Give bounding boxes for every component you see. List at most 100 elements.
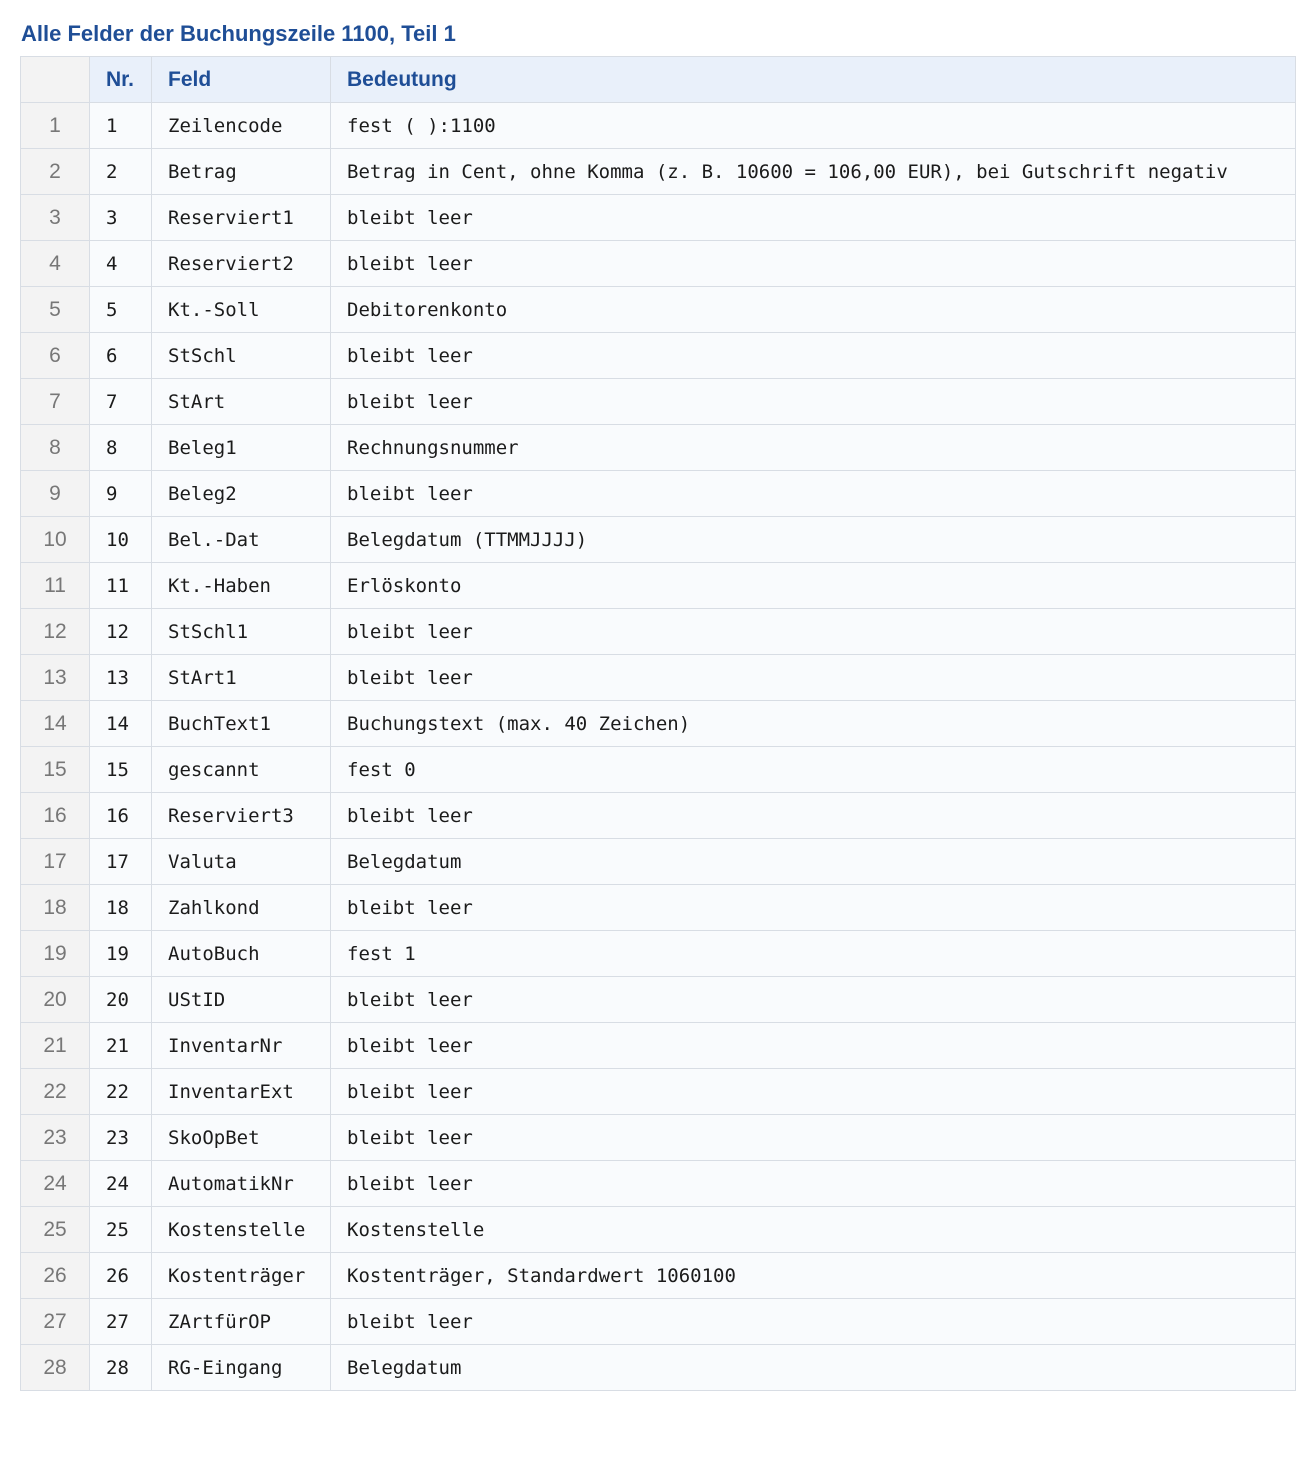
- bedeutung-cell: Debitorenkonto: [330, 286, 1296, 333]
- nr-cell: 14: [89, 700, 152, 747]
- nr-cell: 24: [89, 1160, 152, 1207]
- bedeutung-cell: Kostenstelle: [330, 1206, 1296, 1253]
- column-header-feld[interactable]: Feld: [151, 56, 331, 103]
- table-row[interactable]: 16 16 Reserviert3 bleibt leer: [20, 792, 1296, 839]
- table-row[interactable]: 17 17 Valuta Belegdatum: [20, 838, 1296, 885]
- feld-cell: Kt.-Haben: [151, 562, 331, 609]
- nr-cell: 23: [89, 1114, 152, 1161]
- table-row[interactable]: 2 2 Betrag Betrag in Cent, ohne Komma (z. B…: [20, 148, 1296, 195]
- row-index-cell: 24: [20, 1160, 90, 1207]
- fields-table: Nr. Feld Bedeutung 1 1 Zeilencode fest ( ):…: [20, 56, 1296, 1391]
- row-index-cell: 25: [20, 1206, 90, 1253]
- table-row[interactable]: 14 14 BuchText1 Buchungstext (max. 40 Zeich…: [20, 700, 1296, 747]
- feld-cell: StSchl: [151, 332, 331, 379]
- bedeutung-cell: bleibt leer: [330, 792, 1296, 839]
- nr-cell: 4: [89, 240, 152, 287]
- nr-cell: 2: [89, 148, 152, 195]
- nr-cell: 12: [89, 608, 152, 655]
- feld-cell: Kt.-Soll: [151, 286, 331, 333]
- bedeutung-cell: fest 1: [330, 930, 1296, 977]
- nr-cell: 1: [89, 102, 152, 149]
- row-index-cell: 18: [20, 884, 90, 931]
- row-index-cell: 15: [20, 746, 90, 793]
- nr-cell: 13: [89, 654, 152, 701]
- nr-cell: 25: [89, 1206, 152, 1253]
- feld-cell: AutomatikNr: [151, 1160, 331, 1207]
- bedeutung-cell: bleibt leer: [330, 608, 1296, 655]
- table-row[interactable]: 22 22 InventarExt bleibt leer: [20, 1068, 1296, 1115]
- table-row[interactable]: 28 28 RG-Eingang Belegdatum: [20, 1344, 1296, 1391]
- bedeutung-cell: Buchungstext (max. 40 Zeichen): [330, 700, 1296, 747]
- table-row[interactable]: 9 9 Beleg2 bleibt leer: [20, 470, 1296, 517]
- bedeutung-cell: bleibt leer: [330, 378, 1296, 425]
- feld-cell: ZArtfürOP: [151, 1298, 331, 1345]
- feld-cell: Beleg2: [151, 470, 331, 517]
- bedeutung-cell: bleibt leer: [330, 470, 1296, 517]
- table-row[interactable]: 10 10 Bel.-Dat Belegdatum (TTMMJJJJ): [20, 516, 1296, 563]
- table-row[interactable]: 5 5 Kt.-Soll Debitorenkonto: [20, 286, 1296, 333]
- bedeutung-cell: bleibt leer: [330, 1298, 1296, 1345]
- feld-cell: Valuta: [151, 838, 331, 885]
- row-index-cell: 20: [20, 976, 90, 1023]
- table-row[interactable]: 12 12 StSchl1 bleibt leer: [20, 608, 1296, 655]
- feld-cell: Reserviert3: [151, 792, 331, 839]
- row-index-header: [20, 56, 90, 103]
- feld-cell: StArt: [151, 378, 331, 425]
- bedeutung-cell: bleibt leer: [330, 1114, 1296, 1161]
- bedeutung-cell: bleibt leer: [330, 654, 1296, 701]
- table-header-row: Nr. Feld Bedeutung: [20, 56, 1296, 103]
- feld-cell: Reserviert2: [151, 240, 331, 287]
- nr-cell: 11: [89, 562, 152, 609]
- table-row[interactable]: 8 8 Beleg1 Rechnungsnummer: [20, 424, 1296, 471]
- column-header-bedeutung[interactable]: Bedeutung: [330, 56, 1296, 103]
- row-index-cell: 7: [20, 378, 90, 425]
- table-row[interactable]: 13 13 StArt1 bleibt leer: [20, 654, 1296, 701]
- bedeutung-cell: bleibt leer: [330, 976, 1296, 1023]
- bedeutung-cell: Belegdatum (TTMMJJJJ): [330, 516, 1296, 563]
- feld-cell: InventarNr: [151, 1022, 331, 1069]
- nr-cell: 8: [89, 424, 152, 471]
- table-row[interactable]: 24 24 AutomatikNr bleibt leer: [20, 1160, 1296, 1207]
- table-row[interactable]: 11 11 Kt.-Haben Erlöskonto: [20, 562, 1296, 609]
- row-index-cell: 27: [20, 1298, 90, 1345]
- table-row[interactable]: 7 7 StArt bleibt leer: [20, 378, 1296, 425]
- row-index-cell: 8: [20, 424, 90, 471]
- table-row[interactable]: 27 27 ZArtfürOP bleibt leer: [20, 1298, 1296, 1345]
- table-row[interactable]: 6 6 StSchl bleibt leer: [20, 332, 1296, 379]
- nr-cell: 10: [89, 516, 152, 563]
- feld-cell: RG-Eingang: [151, 1344, 331, 1391]
- table-row[interactable]: 25 25 Kostenstelle Kostenstelle: [20, 1206, 1296, 1253]
- feld-cell: UStID: [151, 976, 331, 1023]
- bedeutung-cell: Rechnungsnummer: [330, 424, 1296, 471]
- row-index-cell: 13: [20, 654, 90, 701]
- nr-cell: 17: [89, 838, 152, 885]
- table-row[interactable]: 21 21 InventarNr bleibt leer: [20, 1022, 1296, 1069]
- bedeutung-cell: Belegdatum: [330, 838, 1296, 885]
- feld-cell: AutoBuch: [151, 930, 331, 977]
- table-row[interactable]: 4 4 Reserviert2 bleibt leer: [20, 240, 1296, 287]
- table-row[interactable]: 23 23 SkoOpBet bleibt leer: [20, 1114, 1296, 1161]
- nr-cell: 26: [89, 1252, 152, 1299]
- table-row[interactable]: 1 1 Zeilencode fest ( ):1100: [20, 102, 1296, 149]
- nr-cell: 20: [89, 976, 152, 1023]
- table-row[interactable]: 19 19 AutoBuch fest 1: [20, 930, 1296, 977]
- row-index-cell: 19: [20, 930, 90, 977]
- table-row[interactable]: 15 15 gescannt fest 0: [20, 746, 1296, 793]
- row-index-cell: 16: [20, 792, 90, 839]
- table-row[interactable]: 3 3 Reserviert1 bleibt leer: [20, 194, 1296, 241]
- bedeutung-cell: bleibt leer: [330, 1068, 1296, 1115]
- bedeutung-cell: fest 0: [330, 746, 1296, 793]
- row-index-cell: 10: [20, 516, 90, 563]
- page-title: Alle Felder der Buchungszeile 1100, Teil…: [21, 21, 456, 46]
- bedeutung-cell: fest ( ):1100: [330, 102, 1296, 149]
- bedeutung-cell: Erlöskonto: [330, 562, 1296, 609]
- table-row[interactable]: 18 18 Zahlkond bleibt leer: [20, 884, 1296, 931]
- table-row[interactable]: 26 26 Kostenträger Kostenträger, Standardwe…: [20, 1252, 1296, 1299]
- row-index-cell: 28: [20, 1344, 90, 1391]
- bedeutung-cell: Kostenträger, Standardwert 1060100: [330, 1252, 1296, 1299]
- row-index-cell: 9: [20, 470, 90, 517]
- nr-cell: 3: [89, 194, 152, 241]
- table-row[interactable]: 20 20 UStID bleibt leer: [20, 976, 1296, 1023]
- column-header-nr[interactable]: Nr.: [89, 56, 152, 103]
- row-index-cell: 5: [20, 286, 90, 333]
